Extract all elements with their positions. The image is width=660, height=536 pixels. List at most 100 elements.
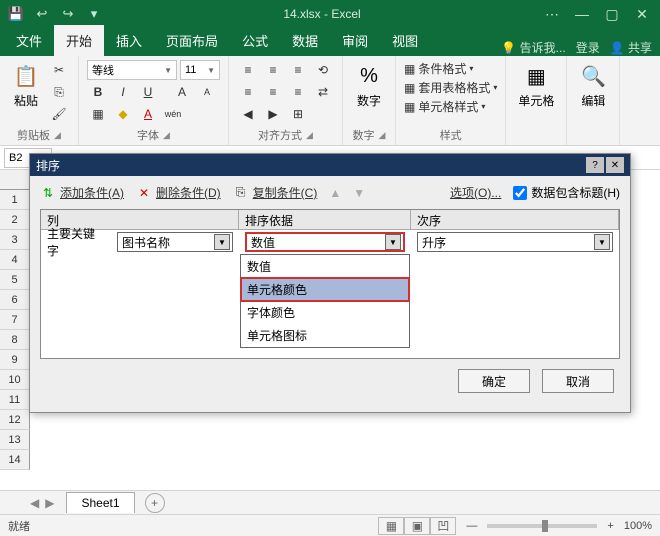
- number-launcher-icon[interactable]: ◢: [379, 130, 386, 141]
- row-header[interactable]: 7: [0, 310, 30, 330]
- font-name-combo[interactable]: 等线▼: [87, 60, 177, 80]
- shrink-font-button[interactable]: A: [196, 82, 218, 102]
- row-header[interactable]: 12: [0, 410, 30, 430]
- copy-button[interactable]: ⎘: [48, 82, 70, 102]
- merge-button[interactable]: ⊞: [287, 104, 309, 124]
- save-button[interactable]: 💾: [4, 3, 28, 25]
- sort-column-select[interactable]: 图书名称▼: [117, 232, 233, 252]
- ok-button[interactable]: 确定: [458, 369, 530, 393]
- normal-view-button[interactable]: ▦: [378, 517, 404, 535]
- row-header[interactable]: 5: [0, 270, 30, 290]
- font-size-combo[interactable]: 11▼: [180, 60, 220, 80]
- move-down-button[interactable]: ▼: [353, 186, 365, 200]
- move-up-button[interactable]: ▲: [329, 186, 341, 200]
- align-middle-button[interactable]: ≡: [262, 60, 284, 80]
- select-all-corner[interactable]: [0, 170, 30, 190]
- fill-color-button[interactable]: ◆: [112, 104, 134, 124]
- tab-formulas[interactable]: 公式: [230, 25, 280, 56]
- zoom-in-button[interactable]: +: [607, 520, 613, 532]
- sort-on-select[interactable]: 数值▼: [245, 232, 405, 252]
- tab-insert[interactable]: 插入: [104, 25, 154, 56]
- dropdown-item-value[interactable]: 数值: [241, 255, 409, 278]
- close-button[interactable]: ✕: [628, 3, 656, 25]
- zoom-level[interactable]: 100%: [624, 520, 652, 532]
- sort-order-select[interactable]: 升序▼: [417, 232, 613, 252]
- clipboard-launcher-icon[interactable]: ◢: [54, 130, 61, 141]
- paste-button[interactable]: 📋 粘贴: [8, 60, 44, 111]
- dialog-help-button[interactable]: ?: [586, 157, 604, 173]
- page-layout-view-button[interactable]: ▣: [404, 517, 430, 535]
- tab-data[interactable]: 数据: [280, 25, 330, 56]
- tab-view[interactable]: 视图: [380, 25, 430, 56]
- header-checkbox-input[interactable]: [513, 186, 527, 200]
- share-button[interactable]: 👤 共享: [610, 39, 652, 56]
- border-button[interactable]: ▦: [87, 104, 109, 124]
- ribbon-options-button[interactable]: ⋯: [538, 3, 566, 25]
- zoom-slider[interactable]: [487, 524, 597, 528]
- italic-button[interactable]: I: [112, 82, 134, 102]
- row-header[interactable]: 3: [0, 230, 30, 250]
- cut-button[interactable]: ✂: [48, 60, 70, 80]
- login-link[interactable]: 登录: [576, 39, 600, 56]
- sheet-tab-sheet1[interactable]: Sheet1: [66, 492, 134, 513]
- row-header[interactable]: 11: [0, 390, 30, 410]
- tab-review[interactable]: 审阅: [330, 25, 380, 56]
- dropdown-item-cell-icon[interactable]: 单元格图标: [241, 324, 409, 347]
- tab-file[interactable]: 文件: [4, 25, 54, 56]
- number-format-button[interactable]: % 数字: [351, 60, 387, 111]
- increase-indent-button[interactable]: ▶: [262, 104, 284, 124]
- align-right-button[interactable]: ≡: [287, 82, 309, 102]
- dropdown-item-font-color[interactable]: 字体颜色: [241, 301, 409, 324]
- row-header[interactable]: 6: [0, 290, 30, 310]
- row-header[interactable]: 10: [0, 370, 30, 390]
- align-top-button[interactable]: ≡: [237, 60, 259, 80]
- row-header[interactable]: 8: [0, 330, 30, 350]
- decrease-indent-button[interactable]: ◀: [237, 104, 259, 124]
- dropdown-item-cell-color[interactable]: 单元格颜色: [241, 278, 409, 301]
- format-painter-button[interactable]: 🖌: [48, 104, 70, 124]
- row-header[interactable]: 14: [0, 450, 30, 470]
- format-as-table-button[interactable]: ▦ 套用表格格式 ▾: [404, 79, 497, 96]
- cells-button[interactable]: ▦单元格: [514, 60, 558, 111]
- bold-button[interactable]: B: [87, 82, 109, 102]
- copy-level-button[interactable]: ⎘复制条件(C): [233, 184, 318, 201]
- row-header[interactable]: 13: [0, 430, 30, 450]
- options-button[interactable]: 选项(O)...: [450, 184, 501, 201]
- page-break-view-button[interactable]: 凹: [430, 517, 456, 535]
- minimize-button[interactable]: —: [568, 3, 596, 25]
- row-header[interactable]: 1: [0, 190, 30, 210]
- tell-me[interactable]: 💡 告诉我...: [501, 39, 565, 56]
- dialog-titlebar[interactable]: 排序 ? ✕: [30, 154, 630, 176]
- editing-button[interactable]: 🔍编辑: [575, 60, 611, 111]
- dialog-close-button[interactable]: ✕: [606, 157, 624, 173]
- font-launcher-icon[interactable]: ◢: [163, 130, 170, 141]
- cancel-button[interactable]: 取消: [542, 369, 614, 393]
- align-bottom-button[interactable]: ≡: [287, 60, 309, 80]
- add-sheet-button[interactable]: +: [145, 493, 165, 513]
- align-center-button[interactable]: ≡: [262, 82, 284, 102]
- align-launcher-icon[interactable]: ◢: [306, 130, 313, 141]
- phonetic-button[interactable]: wén: [162, 104, 184, 124]
- next-sheet-button[interactable]: ▶: [45, 496, 54, 510]
- font-color-button[interactable]: A: [137, 104, 159, 124]
- align-left-button[interactable]: ≡: [237, 82, 259, 102]
- cell-styles-button[interactable]: ▦ 单元格样式 ▾: [404, 98, 485, 115]
- zoom-out-button[interactable]: —: [466, 520, 477, 532]
- row-header[interactable]: 9: [0, 350, 30, 370]
- redo-button[interactable]: ↪: [56, 3, 80, 25]
- maximize-button[interactable]: ▢: [598, 3, 626, 25]
- grow-font-button[interactable]: A: [171, 82, 193, 102]
- conditional-format-button[interactable]: ▦ 条件格式 ▾: [404, 60, 473, 77]
- orientation-button[interactable]: ⟲: [312, 60, 334, 80]
- prev-sheet-button[interactable]: ◀: [30, 496, 39, 510]
- undo-button[interactable]: ↩: [30, 3, 54, 25]
- delete-level-button[interactable]: ✕删除条件(D): [136, 184, 221, 201]
- header-checkbox[interactable]: 数据包含标题(H): [513, 184, 620, 201]
- qat-customize-icon[interactable]: ▾: [82, 3, 106, 25]
- wrap-text-button[interactable]: ⇄: [312, 82, 334, 102]
- tab-home[interactable]: 开始: [54, 25, 104, 56]
- add-level-button[interactable]: ⇅添加条件(A): [40, 184, 124, 201]
- tab-page-layout[interactable]: 页面布局: [154, 25, 230, 56]
- row-header[interactable]: 4: [0, 250, 30, 270]
- underline-button[interactable]: U: [137, 82, 159, 102]
